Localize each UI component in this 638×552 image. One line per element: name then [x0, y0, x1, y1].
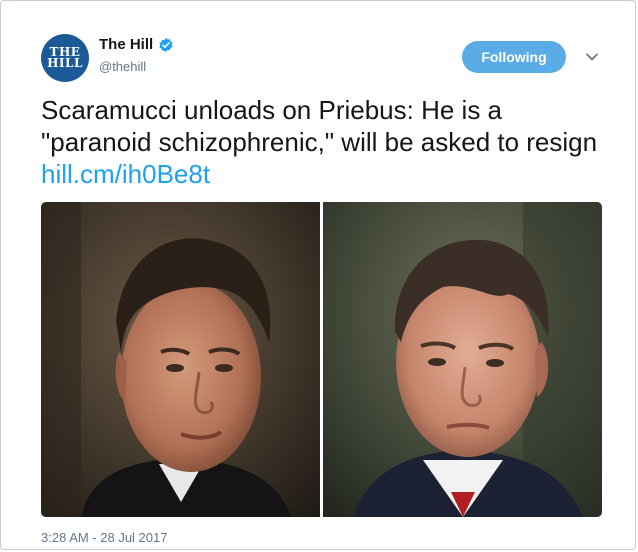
account-handle[interactable]: @thehill: [99, 59, 146, 74]
tweet-link[interactable]: hill.cm/ih0Be8t: [41, 159, 210, 189]
account-display-name[interactable]: The Hill: [99, 36, 153, 53]
profile-avatar[interactable]: THE HILL: [41, 34, 89, 82]
verified-badge-icon: [159, 37, 173, 52]
chevron-down-icon[interactable]: [583, 49, 601, 65]
tweet-card: THE HILL The Hill @thehill Following Sca…: [0, 0, 636, 550]
tweet-timestamp[interactable]: 3:28 AM - 28 Jul 2017: [41, 530, 167, 545]
account-name-row: The Hill: [99, 36, 174, 53]
photo-scaramucci[interactable]: [41, 202, 320, 517]
avatar-logo-text-bottom: HILL: [47, 56, 83, 70]
portrait-photo: [323, 202, 602, 517]
tweet-body: Scaramucci unloads on Priebus: He is a "…: [41, 95, 598, 157]
following-button[interactable]: Following: [462, 41, 566, 73]
tweet-text: Scaramucci unloads on Priebus: He is a "…: [41, 94, 611, 190]
photo-priebus[interactable]: [323, 202, 602, 517]
portrait-photo: [41, 202, 320, 517]
tweet-media[interactable]: [41, 202, 602, 517]
